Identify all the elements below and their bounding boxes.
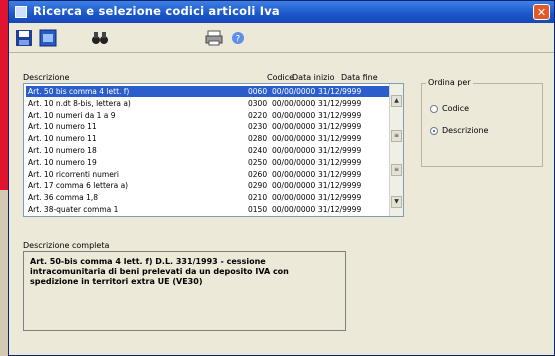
select-icon — [39, 29, 57, 47]
column-header-end-date[interactable]: Data fine — [341, 73, 378, 82]
radio-sort-code[interactable]: Codice — [430, 104, 469, 113]
background-strip — [0, 190, 8, 356]
scroll-up-button[interactable]: ▲ — [391, 95, 402, 107]
cell-end-date: 31/12/9999 — [318, 205, 362, 214]
cell-end-date: 31/12/9999 — [318, 181, 362, 191]
cell-description: Art. 10 numero 11 — [28, 134, 97, 144]
window-title: Ricerca e selezione codici articoli Iva — [33, 4, 280, 18]
table-row[interactable]: Art. 10 numeri da 1 a 9 0220 00/00/0000 31/… — [26, 110, 392, 121]
cell-description: Art. 10 numero 11 — [28, 122, 97, 132]
print-button[interactable] — [205, 29, 223, 47]
cell-end-date: 31/12/9999 — [318, 134, 362, 144]
cell-start-date: 00/00/0000 — [272, 134, 316, 144]
cell-end-date: 31/12/9999 — [318, 146, 362, 155]
cell-code: 0300 — [248, 98, 268, 108]
cell-end-date: 31/12/9999 — [318, 110, 362, 120]
cell-code: 0060 — [248, 87, 268, 96]
column-header-start-date[interactable]: Data inizio — [292, 73, 334, 82]
cell-end-date: 31/12/9999 — [318, 122, 362, 132]
cell-start-date: 00/00/0000 — [272, 205, 316, 214]
table-row[interactable]: Art. 10 n.dt 8-bis, lettera a) 0300 00/00/… — [26, 98, 392, 109]
cell-description: Art. 10 numeri da 1 a 9 — [28, 110, 116, 120]
toolbar: ? — [9, 24, 554, 53]
table-row[interactable]: Art. 17 comma 6 lettera a) 0290 00/00/0000… — [26, 180, 392, 191]
scroll-thumb[interactable]: ≡ — [391, 130, 402, 142]
search-button[interactable] — [91, 29, 109, 47]
cell-start-date: 00/00/0000 — [272, 110, 316, 120]
table-row[interactable]: Art. 50 bis comma 4 lett. f) 0060 00/00/00… — [26, 86, 392, 97]
column-header-code[interactable]: Codice — [267, 73, 294, 82]
table-row[interactable]: Art. 10 numero 19 0250 00/00/0000 31/12/999… — [26, 157, 392, 168]
cell-description: Art. 10 numero 19 — [28, 157, 97, 167]
title-bar[interactable]: Ricerca e selezione codici articoli Iva … — [9, 1, 554, 23]
cell-code: 0260 — [248, 169, 268, 179]
cell-code: 0290 — [248, 181, 268, 191]
cell-start-date: 00/00/0000 — [272, 87, 316, 96]
binoculars-icon — [92, 32, 108, 44]
list-label: Descrizione — [23, 73, 70, 82]
cell-code: 0210 — [248, 193, 268, 203]
cell-description: Art. 10 ricorrenti numeri — [28, 169, 119, 179]
radio-label: Descrizione — [442, 126, 489, 135]
cell-description: Art. 17 comma 6 lettera a) — [28, 181, 129, 191]
cell-code: 0230 — [248, 122, 268, 132]
table-row[interactable]: Art. 10 numero 11 0280 00/00/0000 31/12/999… — [26, 133, 392, 144]
table-row[interactable]: Art. 10 ricorrenti numeri 0260 00/00/0000 3… — [26, 169, 392, 180]
radio-dot-selected — [430, 126, 438, 135]
cell-start-date: 00/00/0000 — [272, 157, 316, 167]
save-button[interactable] — [15, 29, 33, 47]
cell-end-date: 31/12/9999 — [318, 87, 362, 96]
cell-start-date: 00/00/0000 — [272, 193, 316, 203]
cell-code: 0150 — [248, 205, 268, 214]
close-icon: ✕ — [536, 6, 547, 19]
cell-code: 0250 — [248, 157, 268, 167]
app-icon — [15, 6, 27, 18]
cell-code: 0240 — [248, 146, 268, 155]
cell-description: Art. 36 comma 1,8 — [28, 193, 99, 203]
scroll-down-button[interactable]: ▼ — [391, 196, 402, 208]
floppy-disk-icon — [16, 30, 32, 46]
sort-legend: Ordina per — [426, 78, 473, 87]
close-button[interactable]: ✕ — [533, 4, 550, 20]
codes-listbox[interactable]: Art. 50 bis comma 4 lett. f) 0060 00/00/00… — [23, 83, 404, 217]
scroll-mid-button[interactable]: ≡ — [391, 164, 402, 176]
vertical-scrollbar[interactable]: ▲ ≡ ≡ ▼ — [389, 84, 403, 216]
cell-description: Art. 50 bis comma 4 lett. f) — [28, 87, 130, 96]
svg-text:?: ? — [236, 35, 241, 45]
details-textbox[interactable]: Art. 50-bis comma 4 lett. f) D.L. 331/19… — [23, 251, 346, 331]
cell-end-date: 31/12/9999 — [318, 193, 362, 203]
select-button[interactable] — [39, 29, 57, 47]
cell-end-date: 31/12/9999 — [318, 169, 362, 179]
cell-description: Art. 10 numero 18 — [28, 146, 97, 155]
cell-code: 0280 — [248, 134, 268, 144]
dialog-window: Ricerca e selezione codici articoli Iva … — [8, 0, 555, 356]
radio-label: Codice — [442, 104, 470, 113]
details-label: Descrizione completa — [23, 241, 110, 250]
cell-start-date: 00/00/0000 — [272, 146, 316, 155]
cell-description: Art. 38-quater comma 1 — [28, 205, 119, 214]
table-row[interactable]: Art. 36 comma 1,8 0210 00/00/0000 31/12/999… — [26, 192, 392, 203]
help-icon: ? — [232, 32, 244, 45]
table-row[interactable]: Art. 10 numero 11 0230 00/00/0000 31/12/999… — [26, 121, 392, 132]
help-button[interactable]: ? — [229, 29, 247, 47]
cell-start-date: 00/00/0000 — [272, 181, 316, 191]
table-row[interactable]: Art. 38-quater comma 1 0150 00/00/0000 31/1… — [26, 204, 392, 215]
printer-icon — [205, 30, 223, 46]
table-row[interactable]: Art. 10 numero 18 0240 00/00/0000 31/12/999… — [26, 145, 392, 156]
cell-end-date: 31/12/9999 — [318, 98, 362, 108]
cell-start-date: 00/00/0000 — [272, 98, 316, 108]
cell-start-date: 00/00/0000 — [272, 122, 316, 132]
radio-sort-description[interactable]: Descrizione — [430, 126, 488, 135]
cell-code: 0220 — [248, 110, 268, 120]
cell-start-date: 00/00/0000 — [272, 169, 316, 179]
cell-description: Art. 10 n.dt 8-bis, lettera a) — [28, 98, 131, 108]
cell-end-date: 31/12/9999 — [318, 157, 362, 167]
radio-dot — [430, 104, 438, 113]
sort-groupbox: Ordina per Codice Descrizione — [421, 78, 543, 167]
